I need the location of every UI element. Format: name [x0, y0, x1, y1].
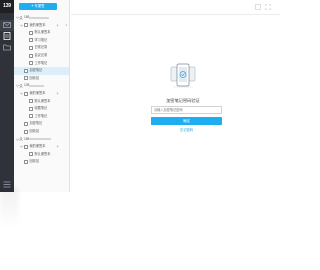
folder-icon[interactable]: [3, 43, 11, 51]
notebook-icon: [29, 30, 33, 35]
app-logo: 139: [0, 0, 14, 13]
encrypted-notes-row[interactable]: 加密笔记: [14, 67, 69, 75]
note-icon[interactable]: [3, 32, 11, 40]
user-icon: [19, 84, 23, 88]
notebook-icon: [29, 152, 33, 157]
notebook-icon: [24, 91, 28, 96]
notebook-icon: [29, 99, 33, 104]
notebook-icon: [29, 46, 33, 51]
lock-icon: [24, 68, 28, 73]
masked-account: [29, 138, 51, 141]
notebook-row[interactable]: 我的便签本 +: [14, 90, 69, 98]
notebook-icon: [29, 106, 33, 111]
chevron-down-icon[interactable]: [20, 24, 23, 27]
trash-icon: [24, 76, 28, 81]
notebook-child-row[interactable]: 工作笔记: [14, 113, 69, 121]
forgot-password-link[interactable]: 忘记密码: [151, 127, 222, 132]
notebook-row[interactable]: 我的便签本 + 1: [14, 22, 69, 30]
user-icon: [19, 15, 23, 20]
notebook-tree: 189 我的便签本 + 1 默认便签本 学习笔记 日常记录 会议记录 工作笔记 …: [14, 14, 69, 166]
expand-icon[interactable]: [265, 4, 271, 10]
notebook-child-row[interactable]: 会议记录: [14, 52, 69, 60]
notebook-icon: [24, 23, 28, 28]
notebook-icon: [24, 144, 28, 149]
password-input[interactable]: [151, 106, 222, 114]
compose-button[interactable]: +写便签: [19, 3, 57, 10]
trash-row[interactable]: 回收站: [14, 75, 69, 83]
notebook-icon: [29, 38, 33, 43]
notebook-child-row[interactable]: 默认便签本: [14, 98, 69, 106]
encrypted-notes-row[interactable]: 加密笔记: [14, 120, 69, 128]
notebook-icon: [29, 114, 33, 119]
notebook-child-row[interactable]: 日常记录: [14, 44, 69, 52]
account-row[interactable]: 189: [14, 14, 69, 22]
user-icon: [19, 137, 23, 142]
add-notebook-icon[interactable]: +: [56, 90, 59, 98]
shadow-decoration: [0, 188, 18, 228]
chevron-down-icon[interactable]: [20, 145, 23, 148]
lock-icon: [24, 122, 28, 126]
notebook-sidebar: +写便签 189 我的便签本 + 1 默认便签本 学习笔记 日常记录 会议记录 …: [14, 0, 70, 192]
notebook-row[interactable]: 我的便签本 +: [14, 143, 69, 151]
trash-icon: [24, 129, 28, 134]
verify-title: 加密笔记密码验证: [166, 98, 200, 103]
main-panel: 加密笔记密码验证 确定 忘记密码: [71, 0, 280, 270]
notebook-child-row[interactable]: 工作笔记: [14, 60, 69, 68]
note-count: 1: [65, 22, 67, 27]
confirm-button[interactable]: 确定: [151, 117, 222, 125]
account-row[interactable]: 139: [14, 82, 69, 90]
masked-account: [29, 84, 44, 88]
notebook-icon: [29, 53, 33, 58]
trash-row[interactable]: 回收站: [14, 158, 69, 166]
add-notebook-icon[interactable]: +: [56, 143, 59, 151]
trash-row[interactable]: 回收站: [14, 128, 69, 136]
masked-account: [29, 16, 49, 19]
app-rail: 139: [0, 0, 14, 192]
notebook-child-row[interactable]: 收藏笔记: [14, 105, 69, 113]
notebook-icon: [29, 61, 33, 66]
notebook-child-row[interactable]: 默认便签本: [14, 151, 69, 159]
add-notebook-icon[interactable]: +: [56, 22, 59, 30]
mail-icon[interactable]: [3, 21, 11, 29]
trash-icon: [24, 159, 28, 164]
phone-lock-illustration: [170, 63, 196, 88]
notebook-child-row[interactable]: 默认便签本: [14, 29, 69, 37]
main-toolbar: [71, 0, 280, 15]
menu-icon[interactable]: [3, 181, 11, 188]
account-row[interactable]: 189: [14, 136, 69, 144]
notebook-child-row[interactable]: 学习笔记: [14, 37, 69, 45]
chevron-down-icon[interactable]: [20, 92, 23, 95]
share-icon[interactable]: [255, 4, 261, 10]
